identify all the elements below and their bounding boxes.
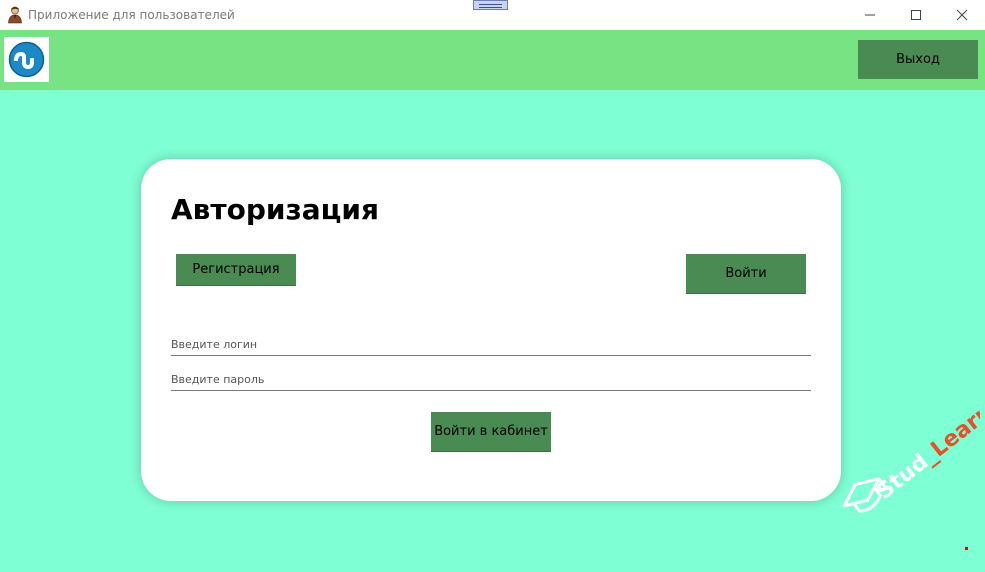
drag-handle[interactable] [473, 0, 508, 10]
enter-cabinet-button[interactable]: Войти в кабинет [431, 412, 551, 452]
login-button[interactable]: Войти [686, 254, 806, 294]
window-titlebar: Приложение для пользователей [0, 0, 985, 30]
minimize-icon [865, 14, 875, 16]
auth-card: Авторизация Регистрация Войти Войти в ка… [141, 159, 841, 501]
window-title: Приложение для пользователей [28, 8, 235, 22]
user-icon [7, 6, 23, 24]
minimize-button[interactable] [847, 0, 893, 30]
auth-title: Авторизация [171, 193, 380, 226]
close-button[interactable] [939, 0, 985, 30]
stumbleupon-logo-icon [8, 41, 45, 78]
studlearn-watermark: Stud_Learn [830, 399, 985, 540]
login-input[interactable] [171, 333, 811, 356]
corner-marker [965, 547, 968, 550]
close-icon [956, 9, 968, 21]
password-input[interactable] [171, 368, 811, 391]
register-button[interactable]: Регистрация [176, 254, 296, 286]
app-logo [4, 37, 49, 82]
maximize-icon [911, 10, 921, 20]
maximize-button[interactable] [893, 0, 939, 30]
exit-button[interactable]: Выход [858, 40, 978, 79]
app-header: Выход [0, 30, 985, 90]
watermark-text: Stud_Learn [872, 410, 980, 505]
